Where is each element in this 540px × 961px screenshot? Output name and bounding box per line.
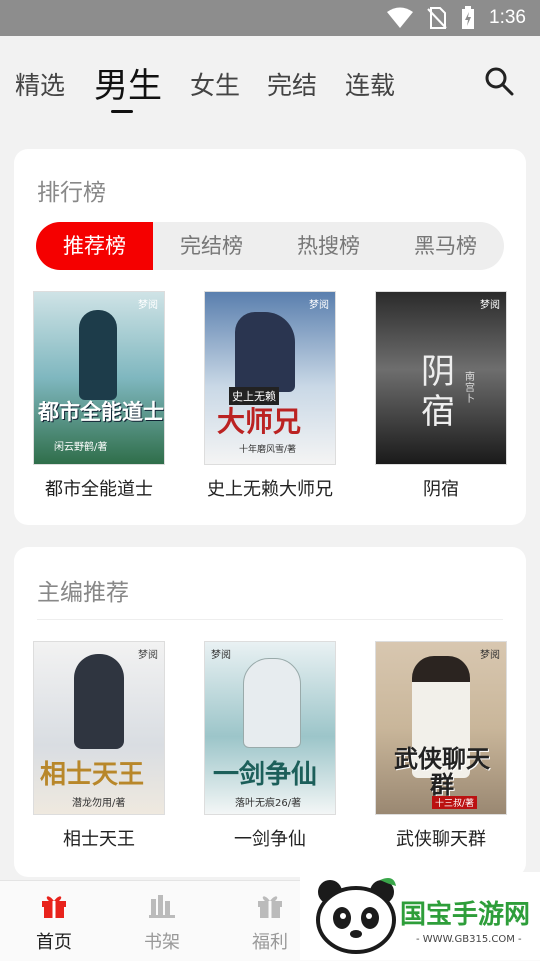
publisher-logo: 梦阅 — [211, 650, 231, 661]
book-title: 史上无赖大师兄 — [207, 479, 333, 500]
tab-serializing[interactable]: 连载 — [345, 66, 395, 102]
cover-title: 大师兄 — [217, 405, 302, 438]
cover-title: 武侠聊天群 — [394, 745, 490, 799]
no-sim-icon — [427, 7, 447, 29]
tab-male[interactable]: 男生 — [94, 58, 162, 107]
gift-icon — [258, 896, 282, 918]
cover-figure — [74, 654, 124, 749]
cover-author: 落叶无痕26/著 — [235, 798, 302, 809]
book-cover[interactable]: 梦阅 都市全能道士 闲云野鹤/著 — [33, 291, 165, 465]
panda-logo-icon — [316, 878, 396, 954]
tab-female[interactable]: 女生 — [190, 66, 240, 102]
book-title: 相士天王 — [63, 829, 135, 850]
cover-figure — [79, 310, 117, 400]
wifi-icon — [387, 7, 414, 28]
cover-author: 十年磨风雪/著 — [239, 445, 297, 455]
book-title: 都市全能道士 — [45, 479, 153, 500]
cover-author: 南宫卜 — [465, 372, 475, 405]
book-item[interactable]: 梦阅 阴宿 南宫卜 阴宿 — [366, 291, 516, 501]
nav-welfare-label: 福利 — [252, 932, 288, 953]
tab-completed[interactable]: 完结 — [267, 66, 317, 102]
tab-featured[interactable]: 精选 — [15, 66, 65, 102]
watermark: 国宝手游网 - WWW.GB315.COM - — [300, 872, 540, 960]
book-title: 武侠聊天群 — [396, 829, 486, 850]
active-tab-indicator — [111, 110, 133, 113]
search-icon[interactable] — [484, 66, 514, 96]
cover-title: 相士天王 — [40, 760, 145, 790]
gift-icon — [42, 896, 66, 918]
publisher-logo: 梦阅 — [138, 650, 158, 661]
cover-title: 一剑争仙 — [213, 760, 318, 790]
publisher-logo: 梦阅 — [480, 300, 500, 311]
nav-bookshelf-label: 书架 — [144, 932, 180, 953]
book-item[interactable]: 梦阅 史上无赖 大师兄 十年磨风雪/著 史上无赖大师兄 — [195, 291, 345, 501]
book-cover[interactable]: 梦阅 一剑争仙 落叶无痕26/著 — [204, 641, 336, 815]
cover-author: 潜龙勿用/著 — [72, 798, 126, 809]
watermark-text: 国宝手游网 — [400, 900, 531, 930]
publisher-logo: 梦阅 — [138, 300, 158, 311]
publisher-logo: 梦阅 — [309, 300, 329, 311]
cover-figure — [235, 312, 295, 392]
book-cover[interactable]: 梦阅 相士天王 潜龙勿用/著 — [33, 641, 165, 815]
cover-title: 都市全能道士 — [38, 400, 164, 424]
editor-picks-card: 主编推荐 梦阅 相士天王 潜龙勿用/著 相士天王 梦阅 一剑争仙 落叶无痕26/… — [14, 547, 526, 877]
nav-home-label: 首页 — [36, 932, 72, 953]
book-cover[interactable]: 梦阅 阴宿 南宫卜 — [375, 291, 507, 465]
cover-title: 阴宿 — [421, 352, 455, 432]
pill-recommended[interactable]: 推荐榜 — [36, 222, 153, 270]
status-time: 1:36 — [489, 7, 526, 28]
book-title: 阴宿 — [423, 479, 459, 500]
pill-hot-search[interactable]: 热搜榜 — [270, 222, 387, 270]
top-tab-bar: 精选 男生 女生 完结 连载 — [0, 36, 540, 120]
editor-picks-title: 主编推荐 — [37, 580, 129, 606]
book-item[interactable]: 梦阅 都市全能道士 闲云野鹤/著 都市全能道士 — [24, 291, 174, 501]
nav-home[interactable]: 首页 — [14, 893, 94, 954]
book-cover[interactable]: 梦阅 史上无赖 大师兄 十年磨风雪/著 — [204, 291, 336, 465]
book-title: 一剑争仙 — [234, 829, 306, 850]
divider — [37, 619, 503, 620]
book-item[interactable]: 梦阅 武侠聊天群 十三叔/著 武侠聊天群 — [366, 641, 516, 851]
battery-icon — [462, 6, 475, 29]
ranking-pill-group: 推荐榜 完结榜 热搜榜 黑马榜 — [36, 222, 504, 270]
pill-completed[interactable]: 完结榜 — [153, 222, 270, 270]
status-bar: 1:36 — [0, 0, 540, 36]
book-item[interactable]: 梦阅 一剑争仙 落叶无痕26/著 一剑争仙 — [195, 641, 345, 851]
pill-dark-horse[interactable]: 黑马榜 — [387, 222, 504, 270]
nav-bookshelf[interactable]: 书架 — [122, 893, 202, 954]
publisher-logo: 梦阅 — [480, 650, 500, 661]
book-cover[interactable]: 梦阅 武侠聊天群 十三叔/著 — [375, 641, 507, 815]
book-item[interactable]: 梦阅 相士天王 潜龙勿用/著 相士天王 — [24, 641, 174, 851]
cover-author: 闲云野鹤/著 — [54, 442, 108, 453]
nav-welfare[interactable]: 福利 — [230, 893, 310, 954]
watermark-url: - WWW.GB315.COM - — [416, 934, 522, 945]
ranking-title: 排行榜 — [37, 180, 106, 206]
bookshelf-icon — [149, 895, 175, 918]
ranking-card: 排行榜 推荐榜 完结榜 热搜榜 黑马榜 梦阅 都市全能道士 闲云野鹤/著 都市全… — [14, 149, 526, 525]
cover-author: 十三叔/著 — [432, 796, 478, 809]
cover-figure — [243, 658, 301, 748]
